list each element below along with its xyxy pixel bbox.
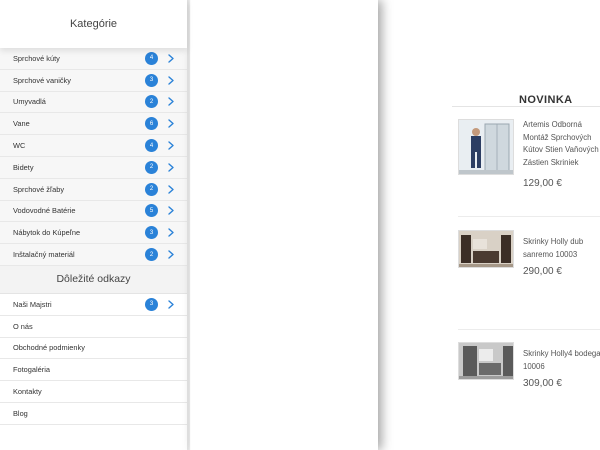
- count-badge: 2: [145, 182, 158, 196]
- chevron-right-icon[interactable]: [167, 228, 175, 238]
- product-image-cabinet[interactable]: [458, 230, 514, 268]
- chevron-right-icon[interactable]: [167, 299, 175, 309]
- item-label: Vodovodné Batérie: [13, 206, 76, 216]
- link-item[interactable]: Kontakty: [0, 381, 187, 403]
- product-image-cabinet-2[interactable]: [458, 342, 514, 380]
- link-item[interactable]: Fotogaléria: [0, 359, 187, 382]
- chevron-right-icon[interactable]: [167, 162, 175, 172]
- item-label: Umyvadlá: [13, 97, 46, 107]
- category-item[interactable]: Nábytok do Kúpeľne 3: [0, 222, 187, 245]
- news-title: NOVINKA: [519, 94, 573, 106]
- link-item[interactable]: O nás: [0, 315, 187, 338]
- count-badge: 4: [145, 139, 158, 153]
- product-image-shower[interactable]: [458, 119, 514, 175]
- count-badge: 2: [145, 95, 158, 109]
- links-title: Dôležité odkazy: [0, 265, 187, 294]
- chevron-right-icon[interactable]: [167, 250, 175, 260]
- category-list: Sprchové kúty 4 Sprchové vaničky 3 Umyvadlá 2…: [0, 48, 187, 266]
- product-card[interactable]: Skrinky Holly4 bodega 10006 309,00 €: [458, 342, 600, 392]
- cabinet-photo-icon: [459, 231, 513, 267]
- product-card[interactable]: Artemis Odborná Montáž Sprchových Kútov …: [458, 119, 600, 191]
- count-badge: 6: [145, 117, 158, 131]
- category-item[interactable]: Sprchové kúty 4: [0, 48, 187, 70]
- item-label: WC: [13, 141, 26, 151]
- category-item[interactable]: Sprchové vaničky 3: [0, 69, 187, 92]
- category-item[interactable]: Inštalačný materiál 2: [0, 244, 187, 266]
- item-label: Bidety: [13, 162, 34, 172]
- chevron-right-icon[interactable]: [167, 206, 175, 216]
- link-item[interactable]: Obchodné podmienky: [0, 337, 187, 360]
- chevron-right-icon[interactable]: [167, 184, 175, 194]
- count-badge: 2: [145, 248, 158, 262]
- count-badge: 2: [145, 160, 158, 174]
- count-badge: 3: [145, 73, 158, 87]
- category-menu: Kategórie Sprchové kúty 4 Sprchové vaničky…: [0, 0, 188, 450]
- item-label: Blog: [13, 408, 28, 418]
- item-label: Nábytok do Kúpeľne: [13, 228, 81, 238]
- product-name[interactable]: Skrinky Holly dub sanremo 10003: [523, 236, 600, 261]
- panel-edge: [188, 0, 191, 450]
- item-label: Fotogaléria: [13, 365, 50, 375]
- product-price: 290,00 €: [523, 266, 562, 277]
- link-item[interactable]: Blog: [0, 402, 187, 425]
- menu-title: Kategórie: [0, 0, 187, 48]
- item-label: O nás: [13, 321, 33, 331]
- app-root: Kategórie Sprchové kúty 4 Sprchové vaničky…: [0, 0, 600, 450]
- item-label: Obchodné podmienky: [13, 343, 85, 353]
- product-card[interactable]: Skrinky Holly dub sanremo 10003 290,00 €: [458, 230, 600, 280]
- category-item[interactable]: Sprchové žľaby 2: [0, 178, 187, 201]
- item-label: Naši Majstri: [13, 299, 52, 309]
- link-item[interactable]: Naši Majstri 3: [0, 293, 187, 316]
- product-name[interactable]: Artemis Odborná Montáž Sprchových Kútov …: [523, 119, 600, 169]
- count-badge: 3: [145, 226, 158, 240]
- count-badge: 4: [145, 51, 158, 65]
- shower-photo-icon: [459, 120, 513, 174]
- count-badge: 5: [145, 204, 158, 218]
- count-badge: 3: [145, 297, 158, 311]
- chevron-right-icon[interactable]: [167, 141, 175, 151]
- category-item[interactable]: Vane 6: [0, 113, 187, 136]
- category-item[interactable]: Umyvadlá 2: [0, 91, 187, 114]
- product-price: 309,00 €: [523, 378, 562, 389]
- chevron-right-icon[interactable]: [167, 119, 175, 129]
- category-item[interactable]: Bidety 2: [0, 156, 187, 179]
- product-name[interactable]: Skrinky Holly4 bodega 10006: [523, 348, 600, 373]
- chevron-right-icon[interactable]: [167, 75, 175, 85]
- blank-panel: [190, 0, 378, 450]
- chevron-right-icon[interactable]: [167, 97, 175, 107]
- item-label: Sprchové kúty: [13, 53, 60, 63]
- chevron-right-icon[interactable]: [167, 53, 175, 63]
- item-label: Vane: [13, 119, 30, 129]
- product-price: 129,00 €: [523, 178, 562, 189]
- item-label: Inštalačný materiál: [13, 250, 75, 260]
- item-label: Sprchové vaničky: [13, 75, 71, 85]
- item-label: Kontakty: [13, 387, 42, 397]
- item-label: Sprchové žľaby: [13, 184, 65, 194]
- cabinet-photo-icon: [459, 343, 513, 379]
- category-item[interactable]: WC 4: [0, 135, 187, 157]
- product-divider: [458, 216, 600, 217]
- news-divider: [452, 106, 600, 107]
- product-divider: [458, 329, 600, 330]
- links-list: Naši Majstri 3 O nás Obchodné podmienky Foto…: [0, 293, 187, 425]
- category-item[interactable]: Vodovodné Batérie 5: [0, 200, 187, 223]
